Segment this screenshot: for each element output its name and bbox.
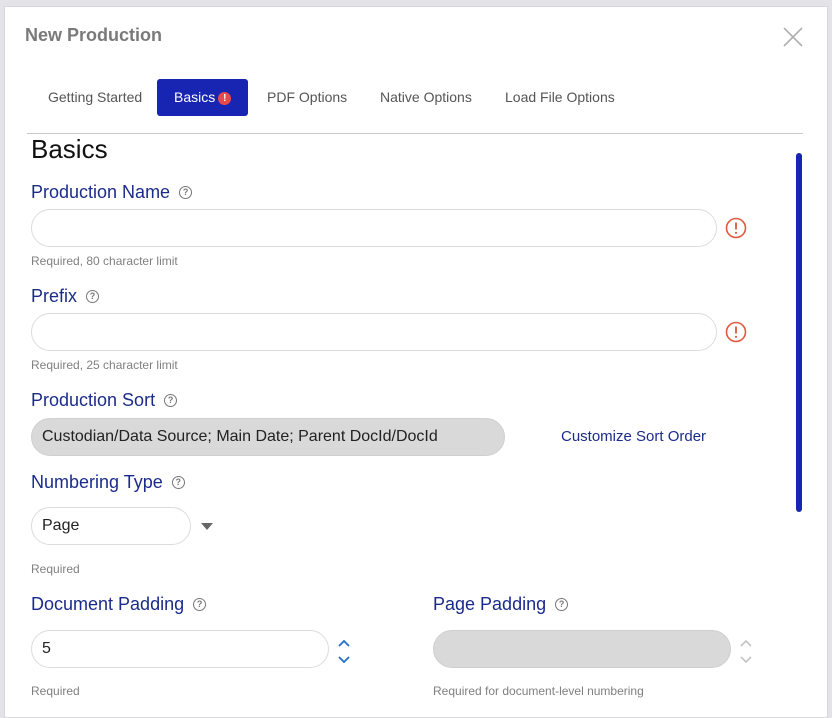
- section-title: Basics: [31, 134, 108, 164]
- tab-pdf-options[interactable]: PDF Options: [267, 79, 347, 116]
- numbering-type-select[interactable]: Page: [31, 507, 191, 545]
- production-name-label: Production Name?: [31, 182, 193, 203]
- field-label-text: Document Padding: [31, 594, 185, 614]
- help-icon[interactable]: ?: [86, 290, 100, 303]
- warning-icon: [725, 217, 747, 239]
- prefix-hint: Required, 25 character limit: [31, 358, 178, 372]
- field-label-text: Production Name: [31, 182, 171, 202]
- production-sort-field: Custodian/Data Source; Main Date; Parent…: [31, 418, 505, 456]
- document-padding-label: Document Padding?: [31, 594, 207, 615]
- tab-native-options[interactable]: Native Options: [380, 79, 472, 116]
- decrement-icon: [739, 652, 753, 664]
- document-padding-hint: Required: [31, 684, 80, 698]
- production-name-hint: Required, 80 character limit: [31, 254, 178, 268]
- numbering-type-hint: Required: [31, 562, 80, 576]
- production-name-input[interactable]: [31, 209, 717, 247]
- tab-load-file-options[interactable]: Load File Options: [505, 79, 615, 116]
- page-padding-hint: Required for document-level numbering: [433, 684, 644, 698]
- error-badge-icon: !: [218, 92, 232, 105]
- warning-icon: [725, 321, 747, 343]
- help-icon[interactable]: ?: [555, 598, 569, 611]
- document-padding-input[interactable]: [31, 630, 329, 668]
- production-sort-label: Production Sort?: [31, 390, 178, 411]
- tab-label: Getting Started: [48, 89, 143, 105]
- tab-label: Native Options: [380, 89, 472, 105]
- close-icon[interactable]: [781, 25, 805, 49]
- increment-icon[interactable]: [337, 635, 351, 647]
- field-label-text: Production Sort: [31, 390, 156, 410]
- dialog-title: New Production: [25, 25, 163, 45]
- field-label-text: Prefix: [31, 286, 78, 306]
- chevron-down-icon[interactable]: [201, 523, 213, 530]
- scrollbar-thumb[interactable]: [796, 153, 802, 512]
- field-label-text: Page Padding: [433, 594, 547, 614]
- customize-sort-order-link[interactable]: Customize Sort Order: [561, 428, 706, 445]
- prefix-input[interactable]: [31, 313, 717, 351]
- help-icon[interactable]: ?: [171, 476, 185, 489]
- prefix-label: Prefix?: [31, 286, 100, 307]
- tab-label: Basics: [174, 89, 216, 105]
- help-icon[interactable]: ?: [164, 394, 178, 407]
- tab-getting-started[interactable]: Getting Started: [48, 79, 142, 116]
- page-padding-label: Page Padding?: [433, 594, 569, 615]
- help-icon[interactable]: ?: [179, 186, 193, 199]
- decrement-icon[interactable]: [337, 652, 351, 664]
- tab-label: Load File Options: [505, 89, 615, 105]
- new-production-dialog: New Production Getting Started Basics! P…: [4, 6, 828, 718]
- page-padding-input: [433, 630, 731, 668]
- tab-label: PDF Options: [267, 89, 348, 105]
- field-label-text: Numbering Type: [31, 472, 163, 492]
- numbering-type-label: Numbering Type?: [31, 472, 185, 493]
- help-icon[interactable]: ?: [193, 598, 207, 611]
- increment-icon: [739, 635, 753, 647]
- tab-basics[interactable]: Basics!: [157, 79, 249, 116]
- tabs-divider: [27, 133, 803, 134]
